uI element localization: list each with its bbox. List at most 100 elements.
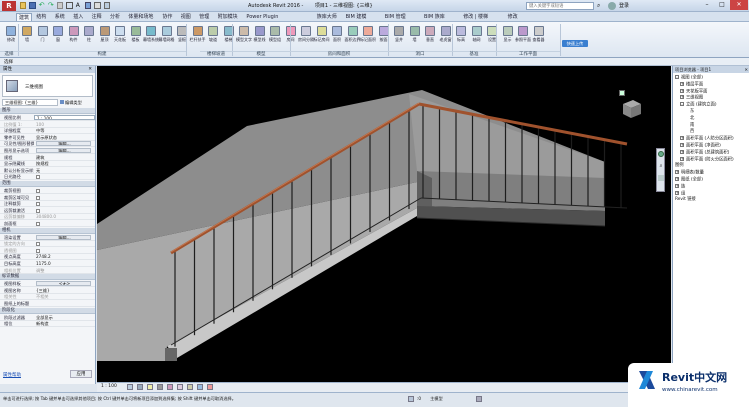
filter-icon[interactable] <box>475 396 482 402</box>
search-input[interactable]: 键入关键字或短语 <box>529 4 563 9</box>
undo-icon[interactable]: ↶ <box>39 2 45 9</box>
browser-tree-item[interactable]: 图例 <box>675 163 684 169</box>
ribbon-button-33[interactable]: 参照平面 <box>515 26 531 43</box>
browser-tree-item[interactable]: 东 <box>690 109 694 115</box>
property-checkbox[interactable] <box>36 208 40 213</box>
expand-icon[interactable]: + <box>675 170 679 175</box>
select-dropdown[interactable]: 选择 <box>4 59 13 65</box>
ribbon-button-13[interactable]: 坡道 <box>206 26 220 43</box>
tab-0[interactable]: 建筑 <box>16 13 33 21</box>
visual-style-icon[interactable] <box>137 384 143 390</box>
ribbon-button-6[interactable]: 屋顶 <box>98 26 112 43</box>
window-maximize-button[interactable]: □ <box>715 0 729 10</box>
properties-section-header[interactable]: 范围 <box>0 181 95 187</box>
close-icon[interactable]: ✕ <box>88 66 92 73</box>
ribbon-button-32[interactable]: 显示 <box>501 26 515 43</box>
property-value[interactable]: 1 : 100 <box>34 115 95 120</box>
ribbon-button-16[interactable]: 模型线 <box>253 26 267 43</box>
ribbon-button-29[interactable]: 标高 <box>454 26 468 43</box>
render-icon[interactable] <box>167 384 173 390</box>
expand-icon[interactable]: + <box>680 81 684 86</box>
ribbon-button-8[interactable]: 楼板 <box>129 26 143 43</box>
properties-section-header[interactable]: 标识数据 <box>0 274 95 281</box>
type-selector[interactable]: 三维视图 <box>2 75 93 97</box>
steering-wheel-icon[interactable] <box>658 151 664 157</box>
tab-11[interactable]: Power Plugin <box>244 13 280 21</box>
properties-section-header[interactable]: 图形 <box>0 108 95 114</box>
tab-6[interactable]: 体量和场地 <box>126 13 155 21</box>
tab-16[interactable]: 修改 | 楼梯 <box>461 13 490 21</box>
ribbon-button-7[interactable]: 天花板 <box>113 26 127 43</box>
ribbon-button-15[interactable]: 模型文字 <box>236 26 252 43</box>
sun-path-icon[interactable] <box>147 384 153 390</box>
expand-icon[interactable]: + <box>675 190 679 195</box>
property-checkbox[interactable] <box>36 175 40 180</box>
ribbon-button-22[interactable]: 面积边界 <box>345 26 361 43</box>
ribbon-button-19[interactable]: 房间分隔 <box>298 26 314 43</box>
browser-tree-item[interactable]: + 图纸 (全部) <box>675 177 703 184</box>
browser-tree-item[interactable]: + 楼层平面 <box>680 81 703 89</box>
tab-13[interactable]: BIM 建模 <box>344 13 369 21</box>
browser-tree-item[interactable]: + 天花板平面 <box>680 88 707 96</box>
ribbon-button-26[interactable]: 墙 <box>408 26 422 43</box>
viewcube[interactable] <box>619 96 643 120</box>
tab-4[interactable]: 注释 <box>90 13 104 21</box>
browser-tree-item[interactable]: + 明细表/数量 <box>675 170 704 177</box>
zoom-icon[interactable]: ⌕ <box>658 163 664 169</box>
section-icon[interactable] <box>94 2 101 9</box>
ribbon-button-1[interactable]: 墙 <box>20 26 34 43</box>
property-checkbox[interactable] <box>36 189 40 193</box>
browser-tree-item[interactable]: + 族 <box>675 183 685 191</box>
browser-tree-item[interactable]: + 面积平面 (总建筑面积) <box>680 149 729 157</box>
expand-icon[interactable]: + <box>675 183 679 188</box>
tab-7[interactable]: 协作 <box>160 13 174 21</box>
ribbon-button-25[interactable]: 竖井 <box>392 26 406 43</box>
measure-icon[interactable] <box>66 2 73 9</box>
ribbon-button-10[interactable]: 幕墙网格 <box>159 26 175 43</box>
browser-tree-item[interactable]: + 面积平面 (人防分区面积) <box>680 136 734 143</box>
collapse-icon[interactable]: - <box>680 102 684 107</box>
browser-tree-item[interactable]: - 视图 (全部) <box>675 75 703 82</box>
ribbon-button-12[interactable]: 栏杆扶手 <box>190 26 206 43</box>
ribbon-button-20[interactable]: 标记房间 <box>314 26 330 43</box>
ribbon-button-0[interactable]: 修改 <box>4 26 18 43</box>
collapse-icon[interactable]: - <box>675 75 679 79</box>
tab-12[interactable]: 族库大师 <box>315 13 339 21</box>
ribbon-button-30[interactable]: 轴网 <box>470 26 484 43</box>
expand-icon[interactable]: + <box>680 149 684 154</box>
search-icon[interactable]: ⌕ <box>597 2 605 10</box>
tab-15[interactable]: BIM 族库 <box>422 13 447 21</box>
view-instance-selector[interactable]: 三维视图: {三维} <box>2 99 58 106</box>
print-icon[interactable] <box>57 2 64 9</box>
expand-icon[interactable]: + <box>680 88 684 93</box>
browser-tree-item[interactable]: - 立面 (建筑立面) <box>680 102 717 109</box>
open-icon[interactable] <box>20 2 27 9</box>
expand-icon[interactable]: + <box>675 177 679 181</box>
ribbon-button-3[interactable]: 窗 <box>51 26 65 43</box>
ribbon-button-9[interactable]: 幕墙系统 <box>143 26 159 43</box>
property-edit-button[interactable]: 编辑... <box>36 148 91 153</box>
tab-10[interactable]: 附加模块 <box>216 13 240 21</box>
user-icon[interactable] <box>608 2 616 10</box>
ribbon-button-5[interactable]: 柱 <box>82 26 96 43</box>
expand-icon[interactable]: + <box>680 156 684 161</box>
property-checkbox[interactable] <box>36 195 40 200</box>
browser-tree-item[interactable]: + 面积平面 (净面积) <box>680 143 721 150</box>
ribbon-button-27[interactable]: 垂直 <box>423 26 437 43</box>
browser-tree-item[interactable]: + 三维视图 <box>680 95 703 102</box>
ribbon-button-2[interactable]: 门 <box>36 26 50 43</box>
tab-14[interactable]: BIM 管理 <box>383 13 408 21</box>
tab-3[interactable]: 插入 <box>71 13 85 21</box>
expand-icon[interactable]: + <box>680 143 684 147</box>
properties-section-header[interactable]: 相机 <box>0 227 95 234</box>
crop-icon[interactable] <box>177 384 183 390</box>
3d-viewport[interactable]: ⌕ <box>97 66 671 382</box>
shadows-icon[interactable] <box>157 384 163 390</box>
sign-in[interactable]: 登录 <box>619 2 629 9</box>
ribbon-button-21[interactable]: 面积 <box>330 26 344 43</box>
thin-lines-icon[interactable] <box>103 2 110 9</box>
property-checkbox[interactable] <box>36 222 40 226</box>
tab-5[interactable]: 分析 <box>108 13 122 21</box>
quick-upload-button[interactable]: 快速上传 <box>562 40 588 47</box>
hide-isolate-icon[interactable] <box>197 384 203 390</box>
